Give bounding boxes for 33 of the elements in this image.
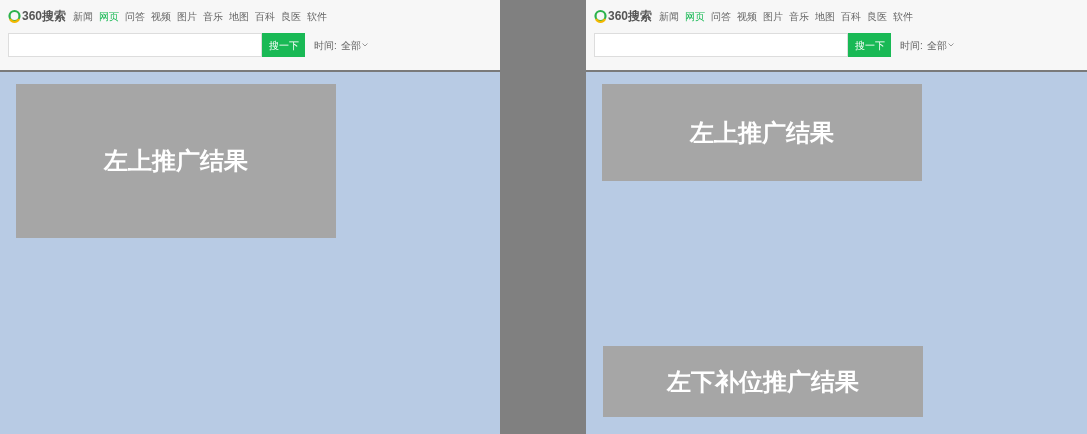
nav-link[interactable]: 良医 [867,8,888,24]
ad-result-block: 左上推广结果 [16,84,336,238]
nav-link[interactable]: 新闻 [659,8,680,24]
time-dropdown[interactable]: 全部 [340,37,368,53]
time-dropdown[interactable]: 全部 [926,37,954,53]
nav-link[interactable]: 视频 [151,8,172,24]
nav-link[interactable]: 音乐 [203,8,224,24]
nav-link[interactable]: 百科 [841,8,862,24]
nav-link[interactable]: 软件 [307,8,328,24]
nav-link[interactable]: 图片 [177,8,198,24]
ad-result-block: 左上推广结果 [602,84,922,181]
logo-icon [594,9,607,23]
nav-link[interactable]: 百科 [255,8,276,24]
chevron-down-icon [361,43,368,47]
ad-result-block: 左下补位推广结果 [603,346,923,417]
time-label: 时间: [900,38,923,53]
nav-link[interactable]: 新闻 [73,8,94,24]
nav-link[interactable]: 良医 [281,8,302,24]
logo-icon [8,9,21,23]
logo-text: 360搜索 [22,8,67,25]
nav-link[interactable]: 地图 [229,8,250,24]
nav-link[interactable]: 问答 [711,8,732,24]
nav-link[interactable]: 软件 [893,8,914,24]
search-field[interactable] [594,33,848,57]
nav-link[interactable]: 图片 [763,8,784,24]
time-label: 时间: [314,38,337,53]
nav-link[interactable]: 问答 [125,8,146,24]
nav-link[interactable]: 音乐 [789,8,810,24]
nav-link[interactable]: 地图 [815,8,836,24]
chevron-down-icon [947,43,954,47]
logo-text: 360搜索 [608,8,653,25]
search-field[interactable] [8,33,262,57]
nav-link[interactable]: 视频 [737,8,758,24]
